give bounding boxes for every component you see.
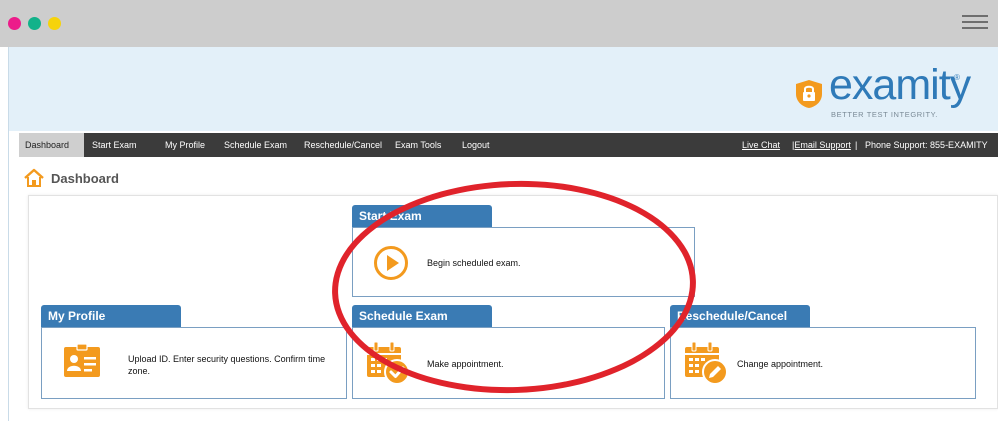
site-header: examity ® BETTER TEST INTEGRITY. [9,47,998,131]
nav-schedule-exam[interactable]: Schedule Exam [218,133,293,157]
phone-support-text: Phone Support: 855-EXAMITY [865,140,988,150]
examity-app: examity ® BETTER TEST INTEGRITY. Dashboa… [8,47,998,421]
examity-logo[interactable]: examity ® BETTER TEST INTEGRITY. [795,61,971,122]
my-profile-card[interactable]: Upload ID. Enter security questions. Con… [41,327,347,399]
email-support-link[interactable]: |Email Support [792,133,851,157]
maximize-window-dot[interactable] [48,17,61,30]
reschedule-cancel-description: Change appointment. [737,359,824,369]
my-profile-description: Upload ID. Enter security questions. Con… [128,354,326,376]
browser-window: examity ® BETTER TEST INTEGRITY. Dashboa… [0,0,998,421]
nav-separator: | [855,140,858,150]
logo-wordmark: examity [829,61,971,109]
nav-my-profile[interactable]: My Profile [159,133,211,157]
close-window-dot[interactable] [8,17,21,30]
my-profile-card-tab[interactable]: My Profile [41,305,181,328]
calendar-check-icon[interactable] [365,340,411,386]
page-title: Dashboard [51,171,119,186]
hamburger-menu-icon[interactable] [962,15,988,31]
home-icon [24,168,44,187]
logo-tagline: BETTER TEST INTEGRITY. [831,110,938,119]
nav-dashboard[interactable]: Dashboard [19,133,84,157]
main-navbar: Dashboard Start Exam My Profile Schedule… [19,133,998,157]
reschedule-cancel-card[interactable]: Change appointment. [670,327,976,399]
nav-start-exam[interactable]: Start Exam [86,133,143,157]
schedule-exam-card[interactable]: Make appointment. [352,327,665,399]
calendar-edit-icon[interactable] [683,340,729,386]
reschedule-cancel-card-tab[interactable]: Reschedule/Cancel [670,305,810,328]
schedule-exam-description: Make appointment. [427,359,504,369]
lock-shield-icon [796,80,822,108]
nav-reschedule-cancel[interactable]: Reschedule/Cancel [298,133,388,157]
play-circle-icon[interactable] [373,245,409,281]
live-chat-link[interactable]: Live Chat [742,133,780,157]
id-card-icon[interactable] [62,342,102,382]
minimize-window-dot[interactable] [28,17,41,30]
logo-registered-mark: ® [954,73,960,82]
nav-logout[interactable]: Logout [456,133,496,157]
start-exam-card[interactable]: Begin scheduled exam. [352,227,695,297]
window-titlebar [0,0,998,47]
page-header: Dashboard [19,167,998,189]
nav-exam-tools[interactable]: Exam Tools [389,133,447,157]
schedule-exam-card-tab[interactable]: Schedule Exam [352,305,492,328]
dashboard-panel: Start Exam Begin scheduled exam. My Prof… [28,195,998,409]
start-exam-description: Begin scheduled exam. [427,258,521,268]
start-exam-card-tab[interactable]: Start Exam [352,205,492,228]
